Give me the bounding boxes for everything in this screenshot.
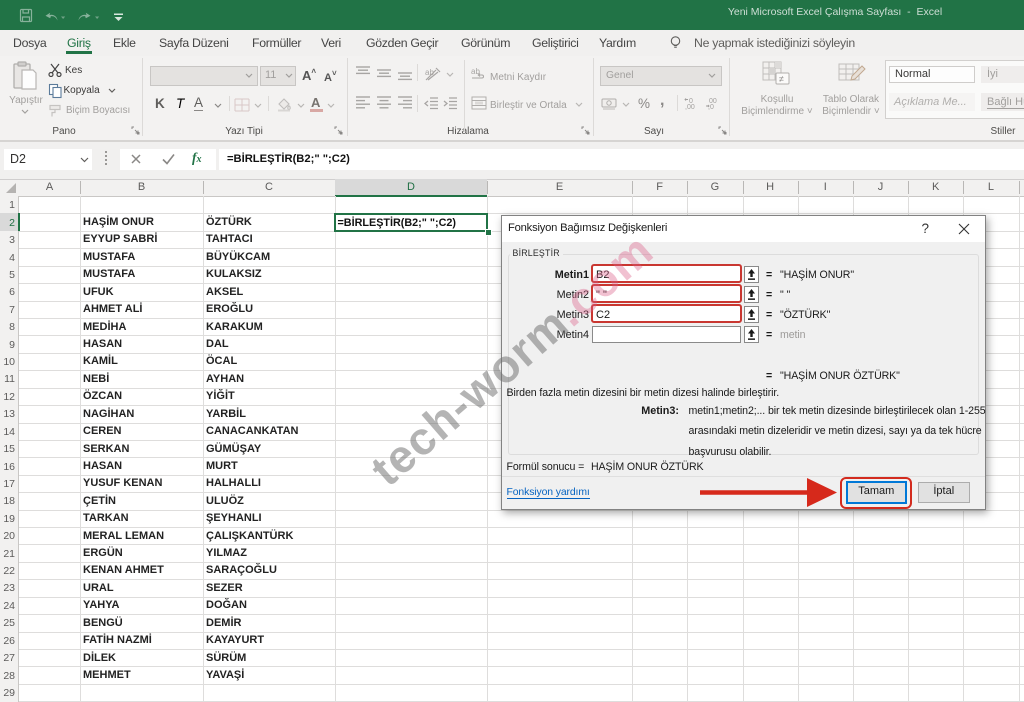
svg-text:≠: ≠ [779,74,784,84]
svg-text:ab: ab [425,68,434,77]
svg-text:,0: ,0 [708,104,714,110]
svg-text:,00: ,00 [685,104,695,110]
